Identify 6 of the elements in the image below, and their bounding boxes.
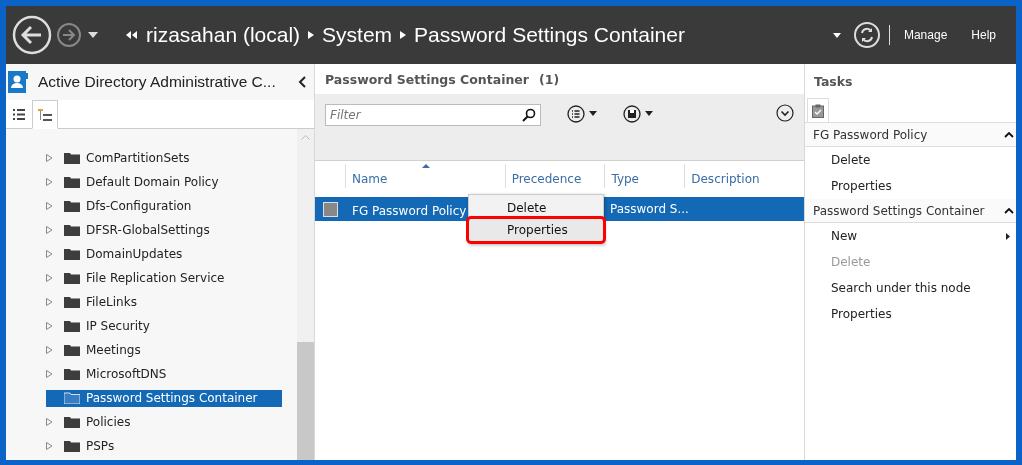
list-title: Password Settings Container (325, 71, 529, 87)
table-cell: Password S... (610, 202, 689, 216)
pane-title: Tasks (814, 73, 853, 89)
pane-title: Active Directory Administrative C... (38, 73, 277, 91)
item-count: (1) (539, 71, 560, 87)
table-cell: FG Password Policy (352, 203, 467, 218)
